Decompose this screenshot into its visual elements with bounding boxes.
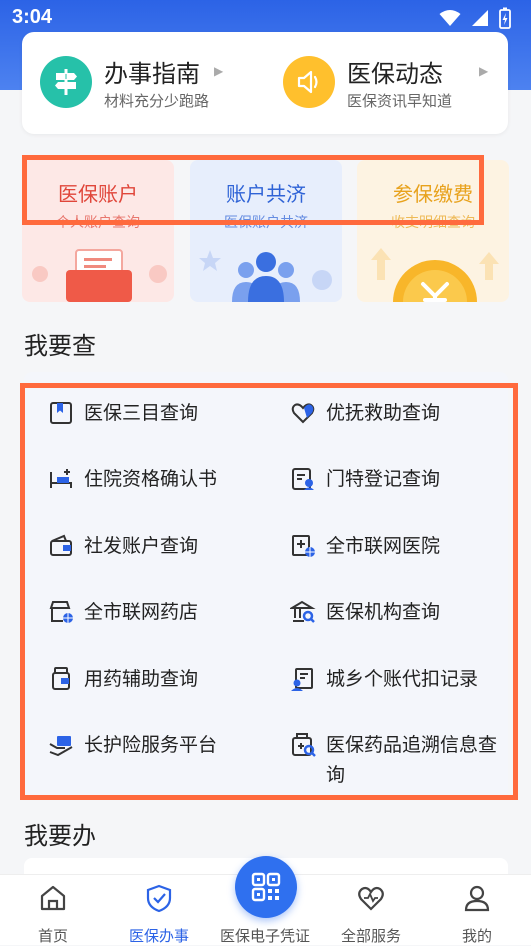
user-icon <box>464 885 490 912</box>
guide-subtitle: 材料充分少跑路 <box>104 92 210 110</box>
tab-label: 我的 <box>461 927 492 945</box>
guide-title: 办事指南 <box>104 60 200 88</box>
signpost-icon <box>40 56 92 108</box>
guide-item-right[interactable]: 医保动态 ▶ 医保资讯早知道 <box>265 32 508 134</box>
home-icon <box>40 885 66 911</box>
shield-check-icon <box>146 884 172 913</box>
wallet-card-icon <box>32 249 167 302</box>
chevron-right-icon: ▶ <box>214 64 224 78</box>
tiles-highlight-frame <box>22 155 484 225</box>
coin-icon <box>371 248 499 302</box>
qr-code-icon <box>251 872 281 902</box>
guide-item-left[interactable]: 办事指南 ▶ 材料充分少跑路 <box>22 32 265 134</box>
guide-title: 医保动态 <box>347 60 443 88</box>
guide-subtitle: 医保资讯早知道 <box>347 92 453 110</box>
tab-label: 医保电子凭证 <box>219 927 310 945</box>
speaker-icon <box>283 56 335 108</box>
signal-icon <box>472 10 488 26</box>
guide-card: 办事指南 ▶ 材料充分少跑路 医保动态 ▶ 医保资讯早知道 <box>22 32 508 134</box>
people-group-icon <box>199 250 332 302</box>
tab-home[interactable]: 首页 <box>0 875 106 945</box>
chevron-right-icon: ▶ <box>479 64 489 78</box>
tab-label: 全部服务 <box>340 927 401 945</box>
tab-insurance-affairs[interactable]: 医保办事 <box>106 875 212 945</box>
tab-mine[interactable]: 我的 <box>424 875 530 945</box>
battery-icon <box>499 7 511 29</box>
status-time: 3:04 <box>12 6 53 28</box>
wifi-icon <box>439 10 461 26</box>
status-bar: 3:04 <box>0 0 531 34</box>
heart-pulse-icon <box>358 886 384 911</box>
section-title-handle: 我要办 <box>24 822 96 850</box>
section-title-query: 我要查 <box>24 332 96 360</box>
e-voucher-qr-button[interactable] <box>235 856 297 918</box>
tab-all-services[interactable]: 全部服务 <box>318 875 424 945</box>
tab-label: 首页 <box>37 927 68 945</box>
tab-label: 医保办事 <box>128 927 189 945</box>
query-list-highlight-frame <box>20 383 518 800</box>
